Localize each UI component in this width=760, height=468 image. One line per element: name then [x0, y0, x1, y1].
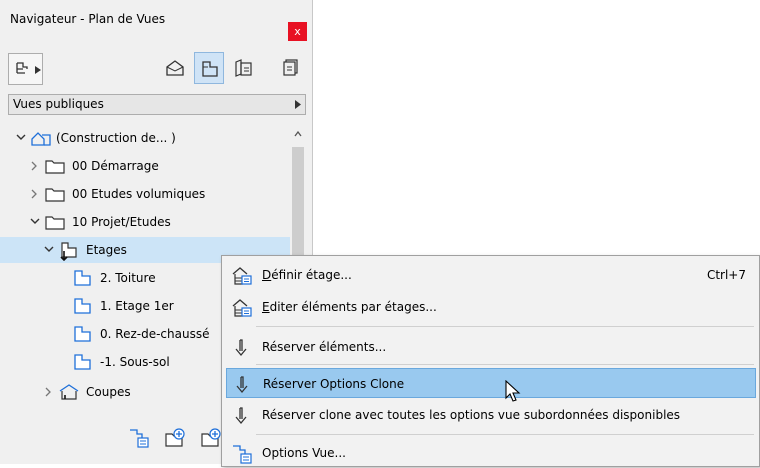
chevron-up-icon[interactable]: [294, 131, 302, 137]
folder-icon: [45, 188, 65, 202]
menu-item-shortcut: Ctrl+7: [706, 268, 746, 282]
navigator-toolbar: [0, 48, 312, 88]
layout-book-button[interactable]: [228, 52, 258, 84]
publisher-sets-button[interactable]: [276, 52, 306, 84]
triangle-right-icon: [35, 66, 41, 74]
tree-item-folder[interactable]: 00 Démarrage: [0, 153, 290, 179]
tree-item-folder[interactable]: 10 Projet/Etudes: [0, 209, 290, 235]
tree-item-label: 00 Démarrage: [72, 159, 159, 173]
tree-item-label: 10 Projet/Etudes: [72, 215, 171, 229]
menu-item-label: Réserver clone avec toutes les options v…: [262, 408, 681, 422]
menu-item-define-story[interactable]: Définir étage... Ctrl+7: [226, 260, 756, 290]
story-settings-icon: [232, 299, 252, 317]
chevron-down-icon[interactable]: [44, 245, 54, 253]
view-set-label: Vues publiques: [13, 97, 104, 111]
floor-plan-icon: [74, 298, 91, 314]
view-settings-icon[interactable]: [128, 428, 150, 448]
stories-icon: [60, 242, 77, 261]
floor-plan-icon: [74, 354, 91, 370]
view-map-button[interactable]: [194, 52, 224, 84]
menu-item-edit-elements-by-story[interactable]: Editer éléments par étages...: [226, 292, 756, 322]
menu-item-label: Options Vue...: [262, 446, 346, 460]
menu-item-reserve-elements[interactable]: Réserver éléments...: [226, 332, 756, 362]
tree-item-label: 00 Etudes volumiques: [72, 187, 206, 201]
menu-item-label: Définir étage...: [262, 268, 352, 282]
clone-folder-icon[interactable]: [200, 428, 222, 448]
story-settings-icon: [232, 267, 252, 285]
scrollbar-thumb[interactable]: [292, 147, 304, 257]
layout-book-icon: [235, 59, 252, 77]
menu-item-reserve-clone-options[interactable]: Réserver Options Clone: [226, 368, 756, 398]
new-folder-icon[interactable]: [164, 428, 186, 448]
sections-icon: [59, 384, 79, 400]
tree-item-label: 1. Etage 1er: [100, 299, 174, 313]
floor-plan-icon: [74, 270, 91, 286]
tree-item-label: 2. Toiture: [100, 271, 156, 285]
reserve-arrow-icon: [235, 407, 247, 425]
chevron-right-icon[interactable]: [30, 161, 38, 171]
reserve-arrow-icon: [236, 376, 248, 394]
view-map-icon: [16, 62, 28, 74]
triangle-right-icon: [295, 100, 301, 109]
tree-item-folder[interactable]: 00 Etudes volumiques: [0, 181, 290, 207]
menu-item-label: Réserver Options Clone: [263, 377, 405, 391]
tree-item-label: Coupes: [86, 385, 131, 399]
reserve-arrow-icon: [235, 339, 247, 357]
folder-icon: [45, 160, 65, 174]
tree-item-label: (Construction de... ): [56, 131, 176, 145]
menu-item-label: Editer éléments par étages...: [262, 300, 437, 314]
tree-item-label: -1. Sous-sol: [100, 355, 170, 369]
folder-open-icon: [45, 216, 65, 230]
mouse-cursor-icon: [505, 380, 521, 402]
menu-item-reserve-clone-all-options[interactable]: Réserver clone avec toutes les options v…: [226, 400, 756, 430]
tree-item-label: 0. Rez-de-chaussé: [100, 327, 210, 341]
window-title: Navigateur - Plan de Vues: [10, 12, 166, 26]
project-map-icon: [166, 60, 184, 76]
menu-item-label: Réserver éléments...: [262, 340, 387, 354]
menu-separator: [256, 364, 754, 365]
title-bar: Navigateur - Plan de Vues x: [0, 0, 312, 41]
menu-separator: [256, 326, 754, 327]
close-button[interactable]: x: [288, 22, 307, 41]
chevron-right-icon[interactable]: [44, 387, 52, 397]
tree-item-project[interactable]: (Construction de... ): [0, 125, 290, 151]
chevron-down-icon[interactable]: [30, 217, 40, 225]
view-set-selector[interactable]: Vues publiques: [8, 94, 306, 115]
publisher-sets-icon: [283, 59, 298, 76]
project-map-button[interactable]: [160, 52, 190, 84]
view-settings-icon: [233, 445, 252, 464]
tree-item-label: Etages: [86, 243, 127, 257]
context-menu: Définir étage... Ctrl+7 Editer éléments …: [221, 255, 760, 467]
project-icon: [31, 132, 51, 146]
chevron-right-icon[interactable]: [30, 189, 38, 199]
view-map-icon: [202, 61, 218, 77]
chevron-down-icon[interactable]: [16, 133, 26, 141]
floor-plan-icon: [74, 326, 91, 342]
view-mode-dropdown[interactable]: [8, 53, 43, 85]
menu-separator: [256, 434, 754, 435]
